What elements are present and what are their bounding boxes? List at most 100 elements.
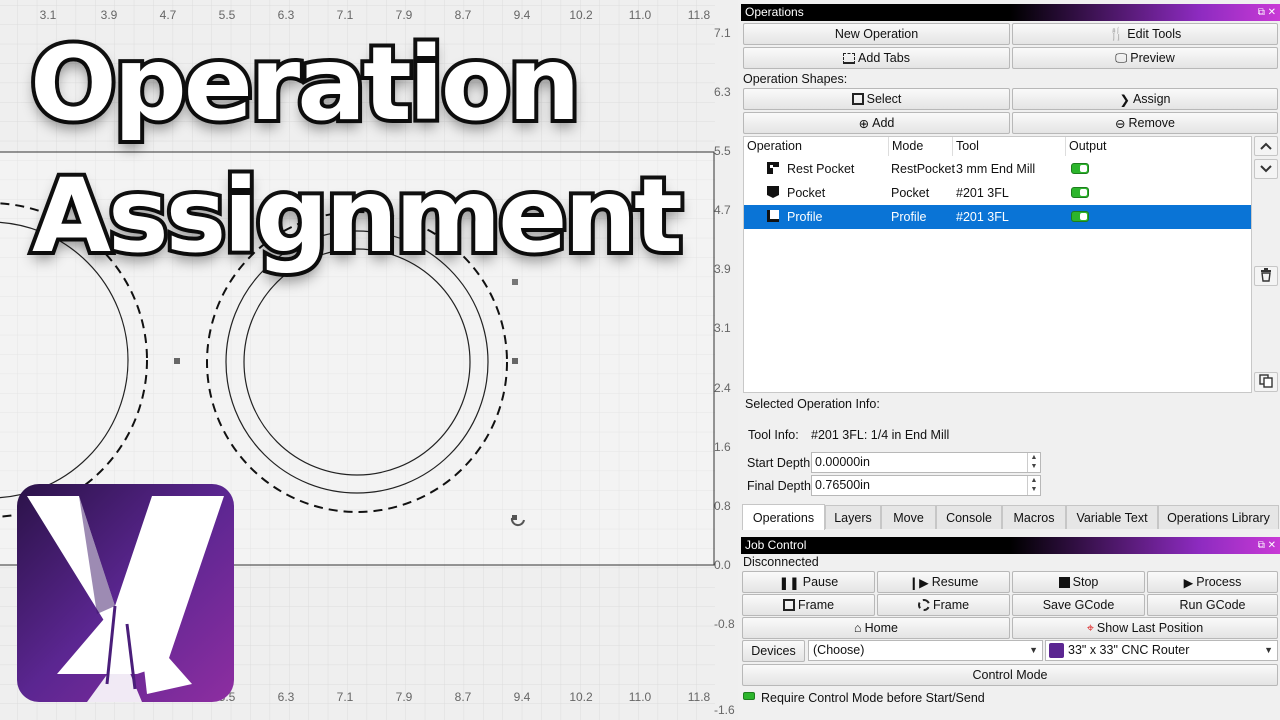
ruler-tick-label: 10.2 — [569, 8, 593, 22]
final-depth-value: 0.76500in — [815, 478, 870, 492]
duplicate-operation-button[interactable] — [1254, 372, 1278, 392]
ruler-tick-label: 6.3 — [277, 690, 295, 704]
ruler-tick-label: 6.3 — [277, 8, 295, 22]
machine-logo-icon — [1049, 643, 1064, 658]
pause-button[interactable]: ❚❚ Pause — [742, 571, 875, 593]
remove-shapes-button[interactable]: ⊖ Remove — [1012, 112, 1278, 134]
copy-icon — [1259, 373, 1273, 391]
frame-rect-label: Frame — [797, 598, 835, 612]
show-last-position-button[interactable]: ⌖ Show Last Position — [1012, 617, 1278, 639]
add-shapes-button[interactable]: ⊕ Add — [743, 112, 1010, 134]
frame-rect-icon — [782, 599, 795, 611]
ruler-tick-label: 5.5 — [714, 144, 731, 158]
dropdown-caret-icon: ▼ — [1029, 645, 1038, 655]
column-header-mode[interactable]: Mode — [889, 137, 953, 156]
tab-macros[interactable]: Macros — [1002, 505, 1066, 529]
port-select-value: (Choose) — [813, 643, 865, 657]
ruler-tick-label: 9.4 — [513, 690, 531, 704]
connection-status: Disconnected — [743, 555, 819, 569]
preview-button[interactable]: 🖵 Preview — [1012, 47, 1278, 69]
panel-float-close-icons[interactable]: ⧉ ✕ — [1258, 537, 1276, 554]
move-up-button[interactable] — [1254, 136, 1278, 156]
operations-title-text: Operations — [745, 5, 804, 19]
resume-button[interactable]: ❙▶ Resume — [877, 571, 1010, 593]
add-tabs-button[interactable]: Add Tabs — [743, 47, 1010, 69]
add-tabs-icon — [843, 52, 856, 64]
ruler-tick-label: 4.7 — [714, 203, 731, 217]
spin-arrows-icon[interactable]: ▲ ▼ — [1027, 453, 1040, 472]
ruler-tick-label: 11.0 — [628, 8, 652, 22]
design-canvas[interactable]: 3.1 3.9 4.7 5.5 6.3 7.1 7.9 8.7 9.4 10.2 11.0 11.8 … — [0, 0, 738, 720]
ruler-tick-label: 9.4 — [513, 8, 531, 22]
tab-operations-library[interactable]: Operations Library — [1158, 505, 1279, 529]
frame-circle-button[interactable]: Frame — [877, 594, 1010, 616]
table-row[interactable]: Pocket Pocket #201 3FL — [744, 181, 1251, 205]
tab-variable-text[interactable]: Variable Text — [1066, 505, 1158, 529]
assign-label: Assign — [1132, 92, 1171, 106]
column-header-tool[interactable]: Tool — [953, 137, 1066, 156]
resume-icon: ❙▶ — [908, 575, 929, 590]
new-operation-button[interactable]: New Operation — [743, 23, 1010, 45]
handle-left — [174, 358, 180, 364]
ruler-tick-label: 11.0 — [628, 690, 652, 704]
tab-operations[interactable]: Operations — [742, 504, 825, 530]
ruler-tick-label: -1.6 — [714, 703, 735, 717]
frame-circle-label: Frame — [932, 598, 970, 612]
final-depth-input[interactable]: 0.76500in ▲ ▼ — [811, 475, 1041, 496]
job-control-title-text: Job Control — [745, 538, 807, 552]
ruler-tick-label: 6.3 — [714, 85, 731, 99]
ruler-tick-label: 8.7 — [454, 690, 472, 704]
output-toggle[interactable] — [1071, 187, 1089, 198]
devices-label: Devices — [751, 644, 796, 658]
stop-label: Stop — [1072, 575, 1099, 589]
ruler-right: 7.1 6.3 5.5 4.7 3.9 3.1 2.4 1.6 0.8 0.0 -0.8 -1.6 — [706, 0, 738, 720]
assign-shapes-button[interactable]: ❯ Assign — [1012, 88, 1278, 110]
remove-label: Remove — [1128, 116, 1176, 130]
row-operation-name: Rest Pocket — [787, 162, 855, 176]
column-header-output[interactable]: Output — [1066, 137, 1251, 156]
frame-rect-button[interactable]: Frame — [742, 594, 875, 616]
panel-float-close-icons[interactable]: ⧉ ✕ — [1258, 4, 1276, 21]
crosshair-icon: ⌖ — [1086, 620, 1094, 635]
chevron-down-icon — [1260, 162, 1272, 176]
ruler-tick-label: 4.7 — [159, 8, 177, 22]
table-row[interactable]: Rest Pocket RestPocket 3 mm End Mill — [744, 157, 1251, 181]
home-button[interactable]: ⌂ Home — [742, 617, 1010, 639]
delete-operation-button[interactable] — [1254, 266, 1278, 286]
edit-tools-label: Edit Tools — [1127, 27, 1182, 41]
select-shapes-button[interactable]: Select — [743, 88, 1010, 110]
run-gcode-button[interactable]: Run GCode — [1147, 594, 1278, 616]
move-down-button[interactable] — [1254, 159, 1278, 179]
job-control-panel-title: Job Control ⧉ ✕ — [741, 537, 1280, 554]
trash-icon — [1260, 267, 1272, 285]
tab-move[interactable]: Move — [881, 505, 936, 529]
ruler-tick-label: 7.9 — [395, 8, 413, 22]
chevron-right-icon: ❯ — [1119, 92, 1130, 107]
row-tool: #201 3FL — [956, 210, 1009, 224]
machine-select[interactable]: 33" x 33" CNC Router ▼ — [1045, 640, 1278, 661]
edit-tools-button[interactable]: 🍴 Edit Tools — [1012, 23, 1278, 45]
output-toggle[interactable] — [1071, 163, 1089, 174]
handle-right — [512, 358, 518, 364]
row-mode: Profile — [891, 210, 927, 224]
spin-arrows-icon[interactable]: ▲ ▼ — [1027, 476, 1040, 495]
tab-layers[interactable]: Layers — [825, 505, 881, 529]
tab-console[interactable]: Console — [936, 505, 1002, 529]
devices-button[interactable]: Devices — [742, 640, 805, 662]
rest-pocket-icon — [766, 161, 780, 178]
operations-panel-title: Operations ⧉ ✕ — [741, 4, 1280, 21]
minus-circle-icon: ⊖ — [1114, 116, 1126, 131]
ruler-tick-label: 7.9 — [395, 690, 413, 704]
output-toggle[interactable] — [1071, 211, 1089, 222]
save-gcode-button[interactable]: Save GCode — [1012, 594, 1145, 616]
port-select[interactable]: (Choose) ▼ — [808, 640, 1043, 661]
control-mode-button[interactable]: Control Mode — [742, 664, 1278, 686]
tools-icon: 🍴 — [1108, 26, 1125, 41]
operations-table[interactable]: Operation Mode Tool Output Rest Pocket R… — [743, 136, 1252, 393]
column-header-operation[interactable]: Operation — [744, 137, 889, 156]
start-depth-input[interactable]: 0.00000in ▲ ▼ — [811, 452, 1041, 473]
stop-button[interactable]: Stop — [1012, 571, 1145, 593]
require-control-checkbox[interactable] — [743, 692, 755, 700]
table-row-selected[interactable]: Profile Profile #201 3FL — [744, 205, 1251, 229]
process-button[interactable]: ▶ Process — [1147, 571, 1278, 593]
